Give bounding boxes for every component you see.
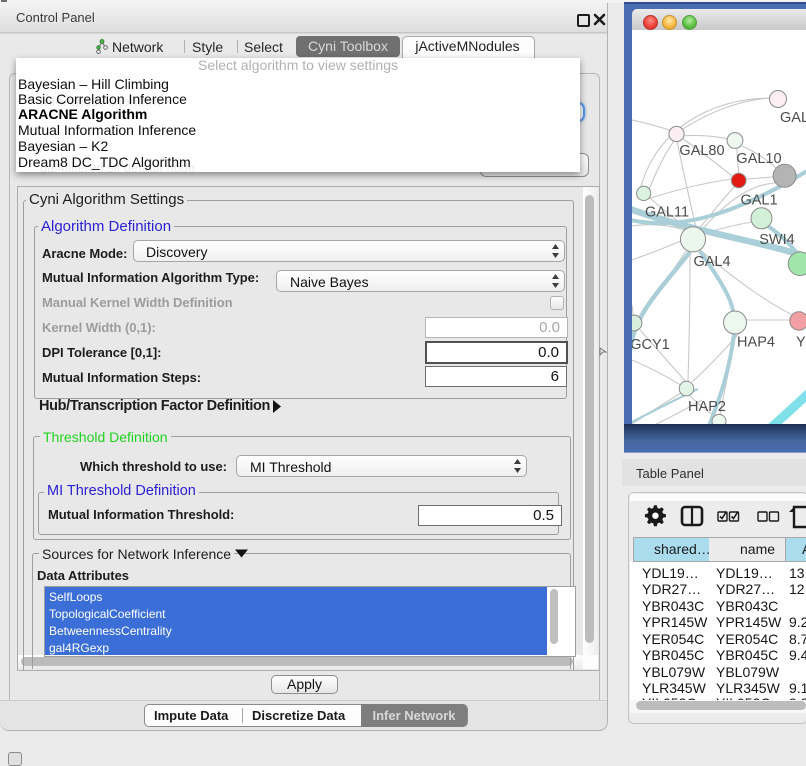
svg-text:SWI4: SWI4	[759, 232, 794, 248]
svg-text:GAL2: GAL2	[780, 110, 806, 126]
svg-text:GAL4: GAL4	[693, 254, 730, 270]
svg-text:GCY1: GCY1	[632, 337, 670, 353]
svg-text:HAP2: HAP2	[688, 399, 726, 415]
svg-text:GAL11: GAL11	[645, 205, 689, 221]
svg-text:GAL1: GAL1	[740, 193, 777, 209]
svg-text:GAL80: GAL80	[679, 143, 724, 159]
svg-text:Y: Y	[796, 335, 806, 351]
svg-text:GAL10: GAL10	[736, 151, 781, 167]
svg-text:HAP4: HAP4	[737, 335, 775, 351]
